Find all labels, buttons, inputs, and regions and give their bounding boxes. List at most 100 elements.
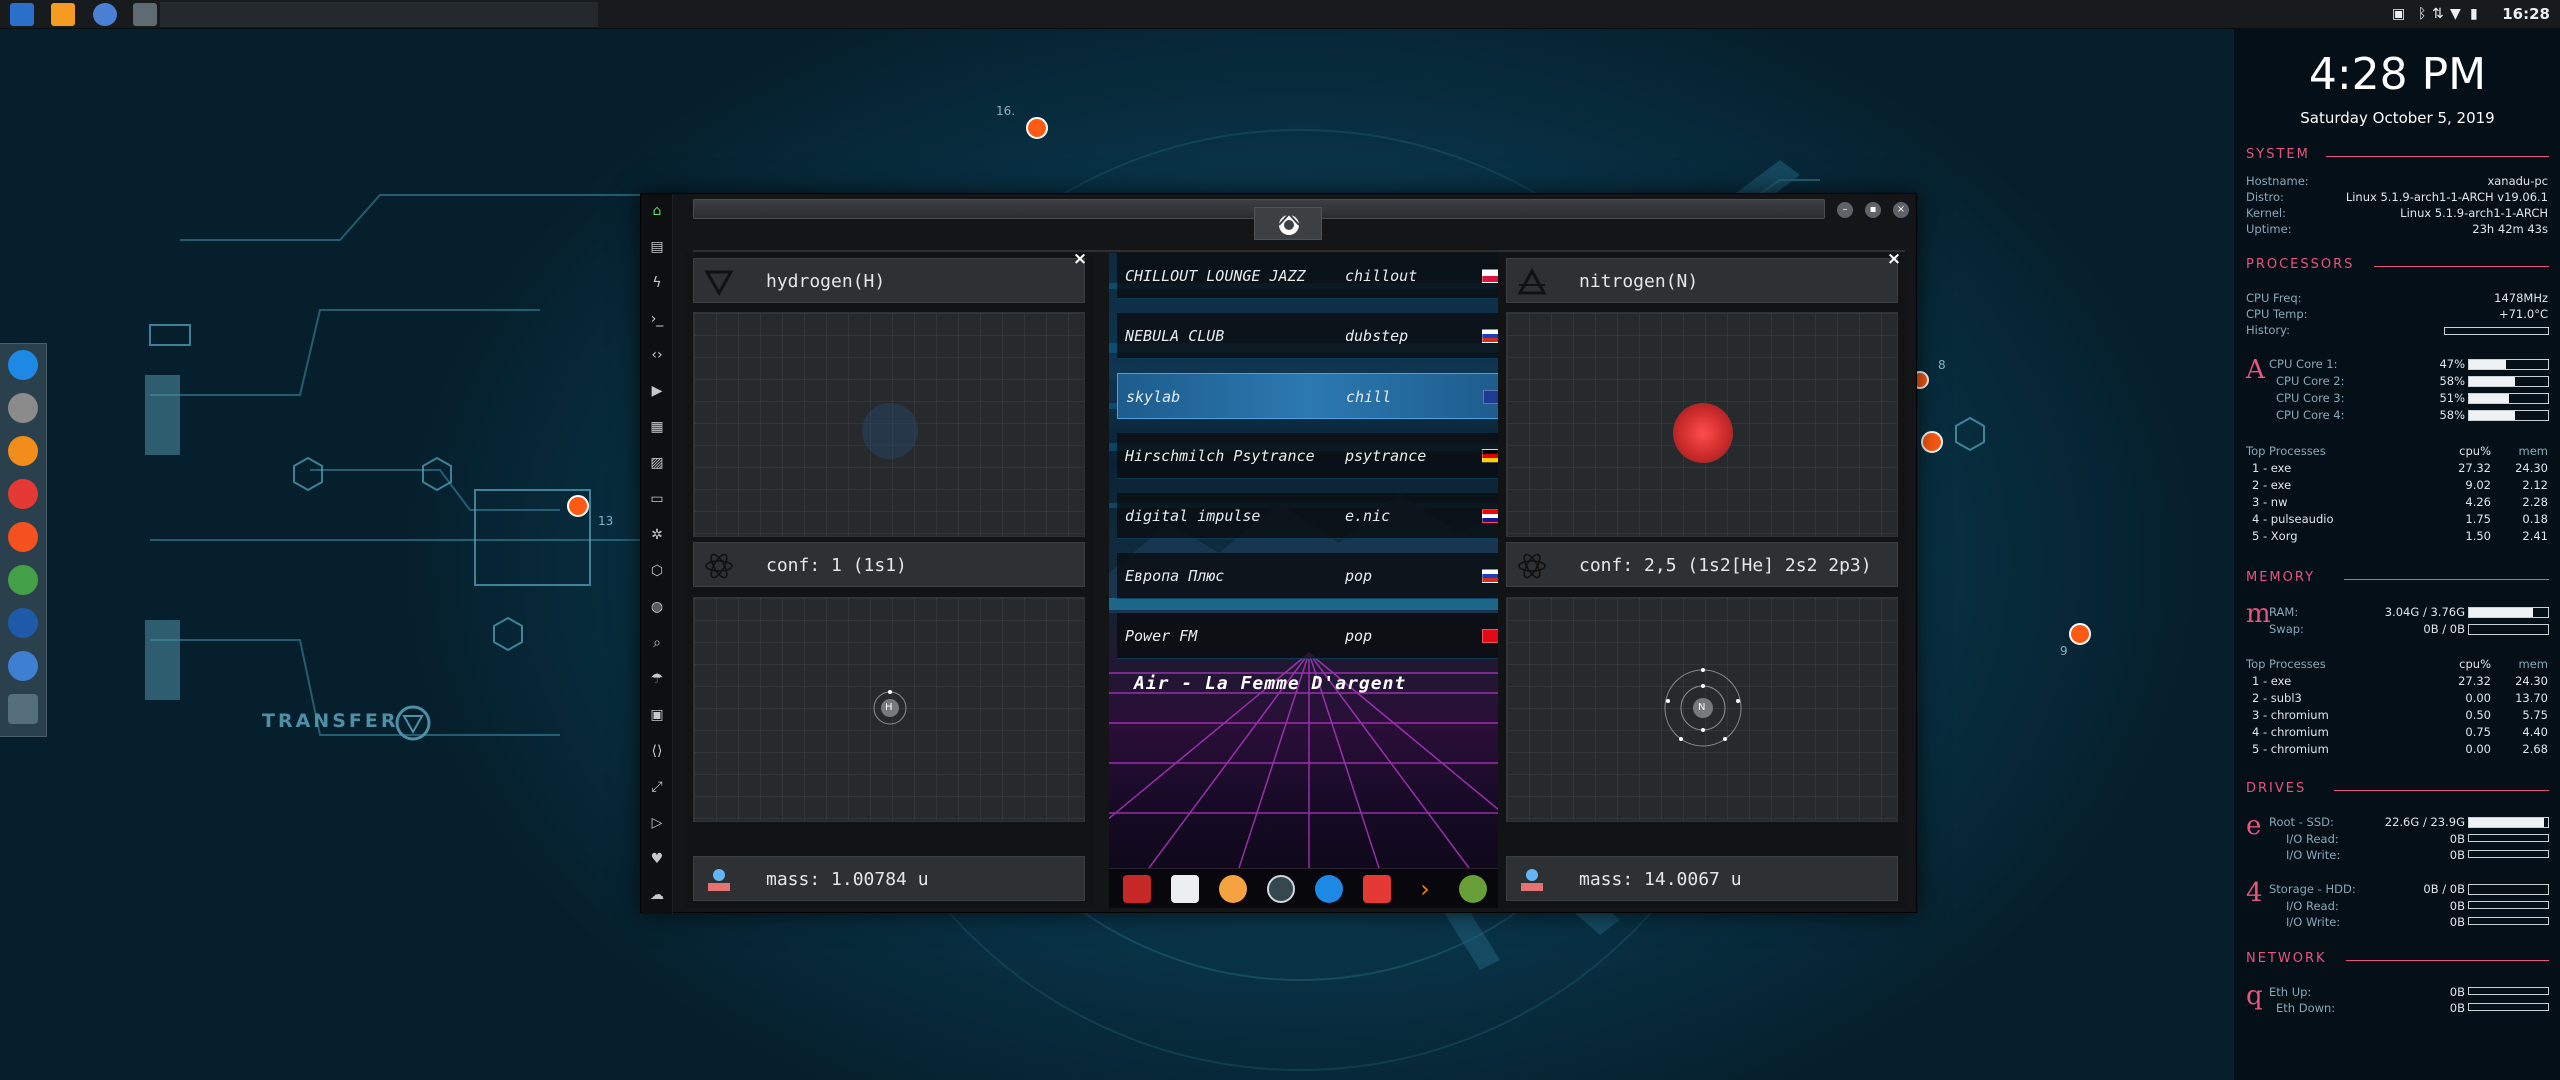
- sublime-icon[interactable]: [51, 3, 75, 26]
- activity-icon[interactable]: [8, 565, 38, 595]
- process-mem: 5.75: [2522, 708, 2548, 722]
- station-row-selected[interactable]: skylab chill: [1117, 373, 1505, 419]
- close-panel-button[interactable]: ×: [1070, 249, 1090, 269]
- section-rule: [2326, 156, 2549, 157]
- section-rule: [2346, 960, 2549, 961]
- cpu-history-graph: [2444, 327, 2549, 335]
- clock-app-icon[interactable]: [1267, 875, 1295, 903]
- hexagon-icon[interactable]: ⬡: [649, 563, 665, 579]
- conf-text: conf: 1 (1s1): [766, 555, 907, 576]
- process-cpu: 0.00: [2465, 691, 2491, 705]
- process-cpu: 0.75: [2465, 725, 2491, 739]
- process-cpu: 27.32: [2458, 461, 2491, 475]
- search-icon[interactable]: ⌕: [649, 635, 665, 651]
- station-row[interactable]: NEBULA CLUB dubstep: [1117, 313, 1504, 359]
- battery-icon[interactable]: ▮: [2470, 6, 2478, 22]
- maximize-button[interactable]: ▪: [1865, 202, 1881, 218]
- station-row[interactable]: Hirschmilch Psytrance psytrance: [1117, 433, 1504, 479]
- close-panel-button[interactable]: ×: [1884, 249, 1904, 269]
- document-icon[interactable]: ▤: [649, 239, 665, 255]
- code-alt-icon[interactable]: ⟨⟩: [649, 743, 665, 759]
- files-icon[interactable]: [8, 350, 38, 380]
- io-bar: [2468, 834, 2549, 842]
- calendar2-app-icon[interactable]: [1363, 875, 1391, 903]
- cpu-core-bar: [2468, 359, 2549, 370]
- mass-text: mass: 1.00784 u: [766, 869, 929, 890]
- minimize-button[interactable]: –: [1837, 202, 1853, 218]
- heart-icon[interactable]: ♥: [649, 851, 665, 867]
- process-mem: 24.30: [2515, 461, 2548, 475]
- conky-panel: 4:28 PM Saturday October 5, 2019 SYSTEM …: [2233, 29, 2560, 1080]
- chrome-icon[interactable]: [93, 3, 117, 26]
- play-icon[interactable]: ▶: [649, 383, 665, 399]
- cpu-core-bar: [2468, 393, 2549, 404]
- marker-label: 8: [1938, 358, 1946, 372]
- window-icon[interactable]: [133, 3, 157, 26]
- process-cpu: 0.50: [2465, 708, 2491, 722]
- wifi-icon[interactable]: ▼: [2450, 6, 2461, 22]
- terminal-icon[interactable]: ›_: [649, 311, 665, 327]
- youtube-icon[interactable]: ▷: [649, 815, 665, 831]
- image-icon[interactable]: ▨: [649, 455, 665, 471]
- station-row[interactable]: Европа Плюс pop: [1117, 553, 1504, 599]
- element-name: hydrogen(H): [766, 271, 886, 292]
- atom-icon: [1518, 553, 1546, 579]
- screenshot-icon[interactable]: [8, 608, 38, 638]
- atom-grid: [1506, 312, 1898, 537]
- io-bar: [2468, 901, 2549, 909]
- arrow-app-icon[interactable]: ›: [1411, 875, 1439, 903]
- process-name: 2 - subl3: [2252, 691, 2302, 705]
- process-name: 4 - pulseaudio: [2252, 512, 2334, 526]
- process-cpu: 1.50: [2465, 529, 2491, 543]
- calendar-app-icon[interactable]: [1171, 875, 1199, 903]
- map-pin-icon: [1521, 869, 1543, 891]
- file-manager-icon[interactable]: [10, 3, 34, 26]
- conky-time: 4:28 PM: [2308, 49, 2487, 100]
- cloud-icon[interactable]: ☁: [649, 887, 665, 903]
- station-row[interactable]: CHILLOUT LOUNGE JAZZ chillout: [1117, 253, 1504, 299]
- expand-icon[interactable]: ⤢: [649, 779, 665, 795]
- process-name: 2 - exe: [2252, 478, 2292, 492]
- vivaldi-icon[interactable]: [8, 479, 38, 509]
- radio-station-list: CHILLOUT LOUNGE JAZZ chillout NEBULA CLU…: [1109, 253, 1509, 908]
- transfer-label: TRANSFER: [262, 710, 399, 732]
- process-cpu: 9.02: [2465, 478, 2491, 492]
- money-icon[interactable]: [8, 393, 38, 423]
- process-name: 4 - chromium: [2252, 725, 2329, 739]
- contacts-icon[interactable]: ▣: [649, 707, 665, 723]
- umbrella-icon[interactable]: ☂: [649, 671, 665, 687]
- code-icon[interactable]: ‹›: [649, 347, 665, 363]
- atom-symbol: N: [1698, 702, 1706, 713]
- window-sidebar: ⌂ ▤ ϟ ›_ ‹› ▶ ▦ ▨ ▭ ✲ ⬡ ◍ ⌕ ☂ ▣ ⟨⟩ ⤢ ▷ ♥…: [641, 194, 673, 914]
- station-row[interactable]: digital impulse e.nic: [1117, 493, 1504, 539]
- arrows-icon[interactable]: ⇅: [2432, 6, 2444, 22]
- settings-icon[interactable]: ✲: [649, 527, 665, 543]
- close-button[interactable]: ×: [1893, 202, 1909, 218]
- taskbar-tasks[interactable]: [160, 2, 598, 27]
- element-panel-right: nitrogen(N) conf: 2,5 (1s2[He] 2s2 2p3) …: [1498, 249, 1908, 908]
- bohr-grid: N: [1506, 597, 1898, 822]
- root-bar: [2468, 817, 2549, 828]
- search-app-icon[interactable]: [1219, 875, 1247, 903]
- station-row[interactable]: Power FM pop: [1117, 613, 1504, 659]
- bluetooth-icon[interactable]: ᛒ: [2418, 6, 2426, 22]
- home-icon[interactable]: ⌂: [649, 203, 665, 219]
- rebel-logo-icon: [1254, 207, 1322, 240]
- section-rule: [2374, 266, 2549, 267]
- red-app-icon[interactable]: [1123, 875, 1151, 903]
- scribus-icon[interactable]: [8, 522, 38, 552]
- ram-bar: [2468, 607, 2549, 618]
- ubuntu-icon[interactable]: [8, 436, 38, 466]
- news-icon[interactable]: ▭: [649, 491, 665, 507]
- cpu-core-bar: [2468, 376, 2549, 387]
- photo-icon[interactable]: ▦: [649, 419, 665, 435]
- bolt-icon[interactable]: ϟ: [649, 275, 665, 291]
- globe-icon[interactable]: ◍: [649, 599, 665, 615]
- yandex-app-icon[interactable]: [1459, 875, 1487, 903]
- panel-clock[interactable]: 16:28: [2502, 5, 2550, 23]
- image-icon[interactable]: ▣: [2392, 6, 2405, 22]
- chrome-remote-icon[interactable]: [8, 651, 38, 681]
- grid-icon[interactable]: [8, 694, 38, 724]
- globe-app-icon[interactable]: [1315, 875, 1343, 903]
- process-name: 1 - exe: [2252, 461, 2292, 475]
